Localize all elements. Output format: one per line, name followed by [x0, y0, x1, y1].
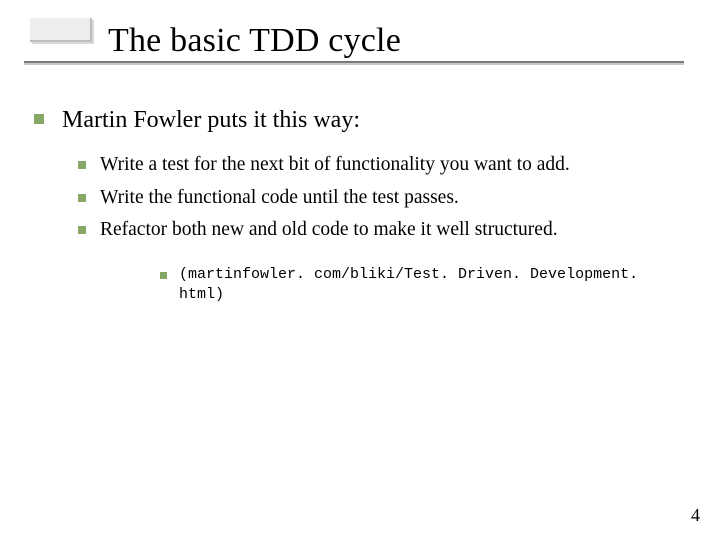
bullet-level2: Write the functional code until the test… — [78, 185, 686, 211]
page-number: 4 — [691, 505, 700, 526]
content-area: Martin Fowler puts it this way: Write a … — [0, 60, 720, 304]
square-bullet-icon — [78, 161, 86, 169]
square-bullet-icon — [34, 114, 44, 124]
level3-group: (martinfowler. com/bliki/Test. Driven. D… — [34, 265, 686, 304]
bullet-level1: Martin Fowler puts it this way: — [34, 104, 686, 136]
level3-text: (martinfowler. com/bliki/Test. Driven. D… — [179, 265, 686, 304]
bullet-level2: Write a test for the next bit of functio… — [78, 152, 686, 178]
square-bullet-icon — [78, 194, 86, 202]
underline-shadow — [24, 63, 684, 65]
title-underline — [24, 60, 684, 66]
bullet-level3: (martinfowler. com/bliki/Test. Driven. D… — [160, 265, 686, 304]
level2-text: Write a test for the next bit of functio… — [100, 152, 570, 178]
underline-line — [24, 61, 684, 63]
square-bullet-icon — [78, 226, 86, 234]
slide-title: The basic TDD cycle — [108, 22, 720, 60]
title-area: The basic TDD cycle — [0, 0, 720, 60]
level2-text: Write the functional code until the test… — [100, 185, 459, 211]
bullet-level2: Refactor both new and old code to make i… — [78, 217, 686, 243]
level1-text: Martin Fowler puts it this way: — [62, 104, 360, 136]
level2-group: Write a test for the next bit of functio… — [34, 152, 686, 243]
level2-text: Refactor both new and old code to make i… — [100, 217, 558, 243]
square-bullet-icon — [160, 272, 167, 279]
slide: The basic TDD cycle Martin Fowler puts i… — [0, 0, 720, 540]
